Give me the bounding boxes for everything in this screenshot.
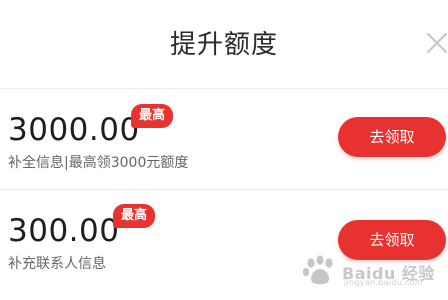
baidu-watermark: Baidu 经验 jingyan.baidu.com	[300, 254, 440, 290]
raise-limit-sheet: 提升额度 3000.00 最高 补全信息|最高领3000元额度 去领取 300.…	[0, 0, 448, 300]
limit-description: 补全信息|最高领3000元额度	[8, 155, 189, 171]
watermark-url: jingyan.baidu.com	[344, 278, 423, 287]
paw-icon	[302, 255, 333, 285]
limit-option: 3000.00 最高 补全信息|最高领3000元额度 去领取	[0, 90, 448, 190]
sheet-header: 提升额度	[0, 0, 448, 88]
limit-description: 补充联系人信息	[8, 256, 106, 272]
claim-button[interactable]: 去领取	[338, 117, 446, 157]
max-badge: 最高	[131, 104, 174, 128]
limit-amount: 3000.00	[8, 112, 140, 148]
limit-amount: 300.00	[8, 213, 120, 249]
close-icon[interactable]	[424, 30, 448, 56]
header-divider	[0, 88, 448, 89]
max-badge: 最高	[113, 204, 156, 228]
sheet-title: 提升额度	[169, 30, 278, 60]
row-divider	[0, 189, 448, 190]
